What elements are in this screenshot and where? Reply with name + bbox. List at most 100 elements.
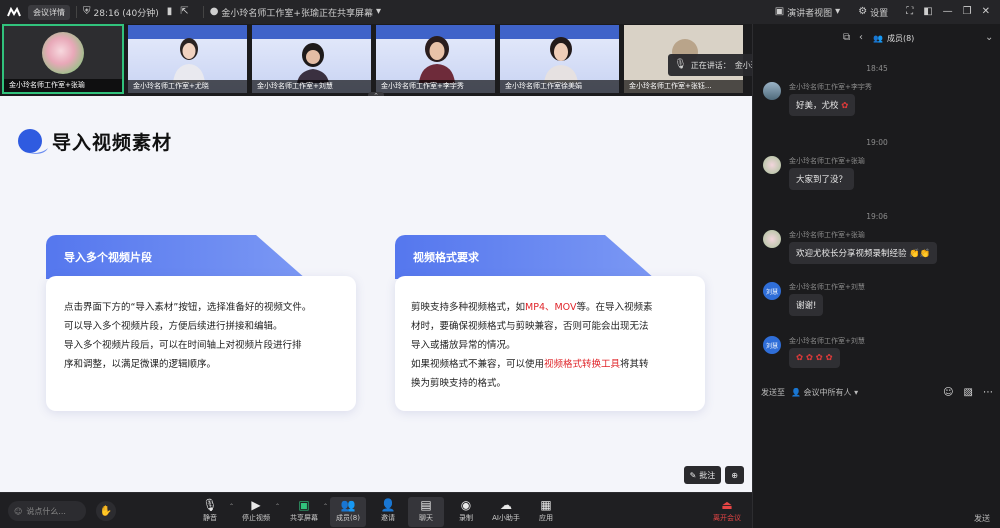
camera-icon: ▶ xyxy=(251,498,261,512)
share-screen-button[interactable]: ▣ 共享屏幕 ⌃ xyxy=(286,497,328,527)
button-label: 离开会议 xyxy=(713,514,741,522)
record-button[interactable]: ◉ 录制 xyxy=(448,497,484,527)
members-button[interactable]: 👥 成员(8) xyxy=(330,497,366,527)
exit-icon: ⏏ xyxy=(721,498,733,512)
raise-hand-button[interactable]: ✋ xyxy=(96,501,116,521)
layout-icon: ▣ xyxy=(774,6,785,17)
fullscreen-icon[interactable]: ⛶ xyxy=(906,7,913,17)
popout-icon[interactable]: ⧉ xyxy=(843,32,850,43)
panel-header: ⧉ ‹ 👥 成员(8) ⌄ xyxy=(753,24,1000,52)
signal-indicator[interactable]: ▮ xyxy=(167,7,173,17)
share-status[interactable]: ● 金小玲名师工作室+张瑜正在共享屏幕 ▾ xyxy=(210,6,381,19)
flower-icon: ✿ xyxy=(841,101,849,111)
message-bubble: 谢谢! xyxy=(789,294,824,316)
avatar xyxy=(763,156,781,174)
message-text: 谢谢! xyxy=(796,301,817,311)
tile-name: 金小玲名师工作室+张钰... xyxy=(624,80,743,93)
settings-button[interactable]: ⚙ 设置 xyxy=(858,6,888,19)
chat-button[interactable]: ▤ 聊天 xyxy=(408,497,444,527)
bottom-toolbar: ☺ 说点什么... ✋ 🎙 静音 ⌃ ▶ 停止视频 ⌃ ▣ 共享屏幕 ⌃ 👥 成员(8) 👤 邀… xyxy=(0,492,752,528)
mic-icon: 🎙 xyxy=(202,498,218,512)
text-line: 导入多个视频片段后，可以在时间轴上对视频片段进行排 xyxy=(64,340,302,351)
chat-tools: ☺ ▧ ⋯ xyxy=(943,387,993,398)
message-bubble: 欢迎尤校长分享视频录制经验 👏👏 xyxy=(789,242,938,264)
video-tile[interactable]: 金小玲名师工作室+李宇秀 xyxy=(375,24,496,94)
image-icon[interactable]: ▧ xyxy=(964,387,973,398)
meeting-timer: ⛨ 28:16 (40分钟) xyxy=(83,6,159,19)
meeting-details-button[interactable]: 会议详情 xyxy=(28,4,70,20)
apps-icon: ▦ xyxy=(540,498,552,512)
message-sender: 金小玲名师工作室+张瑜 xyxy=(789,231,865,239)
annotate-button[interactable]: ✎ 批注 xyxy=(683,466,722,484)
sidebar-toggle-icon[interactable]: ◧ xyxy=(923,7,932,17)
view-mode-label: 演讲者视图 xyxy=(787,8,833,19)
button-label: 邀请 xyxy=(381,514,395,522)
text-line: 剪映支持多种视频格式，如MP4、MOV等。在导入视频素 xyxy=(411,298,703,317)
popout-button[interactable]: ⇱ xyxy=(180,7,188,17)
leave-meeting-button[interactable]: ⏏ 离开会议 xyxy=(706,497,748,527)
zoom-button[interactable]: ⊕ xyxy=(725,466,744,484)
send-to-selector[interactable]: 👤 会议中所有人 ▾ xyxy=(791,387,858,398)
avatar: 刘慧 xyxy=(763,336,781,354)
button-label: 录制 xyxy=(459,514,473,522)
minimize-icon[interactable]: — xyxy=(943,7,953,17)
text-span: 等。在导入视频素 xyxy=(576,302,653,313)
members-icon: 👥 xyxy=(873,33,883,43)
chevron-down-icon[interactable]: ⌄ xyxy=(985,32,993,43)
mic-icon: 🎙 xyxy=(674,59,687,70)
user-icon: 👤 xyxy=(791,387,801,397)
slide-tools: ✎ 批注 ⊕ xyxy=(683,466,744,484)
divider xyxy=(202,6,204,18)
view-mode-button[interactable]: ▣ 演讲者视图 ▾ xyxy=(775,6,841,19)
button-label: 成员(8) xyxy=(336,514,360,522)
ai-icon: ☁ xyxy=(500,498,512,512)
card-text: 剪映支持多种视频格式，如MP4、MOV等。在导入视频素 材时，要确保视频格式与剪… xyxy=(411,298,703,393)
mute-button[interactable]: 🎙 静音 ⌃ xyxy=(192,497,234,527)
card-heading: 视频格式要求 xyxy=(413,251,479,264)
maximize-icon[interactable]: ❐ xyxy=(963,7,972,17)
message-text: 欢迎尤校长分享视频录制经验 xyxy=(796,249,907,259)
message-text: 大家到了没？ xyxy=(796,175,848,185)
text-line: 导入或播放异常的情况。 xyxy=(411,340,516,351)
chevron-down-icon: ▾ xyxy=(854,387,859,397)
tile-name: 金小玲名师工作室徐美娟 xyxy=(500,80,619,93)
message-sender: 金小玲名师工作室+刘慧 xyxy=(789,337,865,345)
video-tile[interactable]: 金小玲名师工作室+尤晓 xyxy=(127,24,248,94)
send-button[interactable]: 发送 xyxy=(974,513,990,524)
hand-icon: ✋ xyxy=(99,505,113,517)
members-tab[interactable]: 👥 成员(8) xyxy=(873,33,914,44)
zoom-icon: ⊕ xyxy=(731,470,738,480)
video-tile[interactable]: 金小玲名师工作室徐美娟 xyxy=(499,24,620,94)
invite-button[interactable]: 👤 邀请 xyxy=(370,497,406,527)
message-text: 好美，尤校 xyxy=(796,101,839,111)
video-tile[interactable]: 金小玲名师工作室+张瑜 xyxy=(2,24,124,94)
gear-icon: ⚙ xyxy=(858,6,868,17)
video-tile[interactable]: 金小玲名师工作室+刘慧 xyxy=(251,24,372,94)
members-tab-label: 成员(8) xyxy=(886,33,915,43)
chat-panel: ⧉ ‹ 👥 成员(8) ⌄ 18:45 金小玲名师工作室+李宇秀 好美，尤校 ✿… xyxy=(752,24,1000,528)
button-label: 静音 xyxy=(203,514,217,522)
card-header: 视频格式要求 xyxy=(395,235,655,279)
caret-icon[interactable]: ⌃ xyxy=(275,503,280,510)
button-label: 聊天 xyxy=(419,514,433,522)
button-label: 共享屏幕 xyxy=(290,514,318,522)
tile-name: 金小玲名师工作室+张瑜 xyxy=(4,79,122,92)
caret-icon[interactable]: ⌃ xyxy=(229,503,234,510)
external-link-icon: ⇱ xyxy=(180,6,189,17)
quick-chat-input[interactable]: ☺ 说点什么... xyxy=(8,501,86,521)
chat-placeholder: 说点什么... xyxy=(26,506,66,516)
close-icon[interactable]: ✕ xyxy=(982,7,990,17)
members-icon: 👥 xyxy=(340,498,356,512)
caret-icon[interactable]: ⌃ xyxy=(323,503,328,510)
chat-input[interactable] xyxy=(761,404,993,512)
text-line: 点击界面下方的“导入素材”按钮，选择准备好的视频文件。 xyxy=(64,302,312,313)
apps-button[interactable]: ▦ 应用 xyxy=(528,497,564,527)
ai-assistant-button[interactable]: ☁ AI小助手 xyxy=(488,497,524,527)
timer-text: 28:16 (40分钟) xyxy=(93,8,159,19)
stop-video-button[interactable]: ▶ 停止视频 ⌃ xyxy=(238,497,280,527)
emoji-icon[interactable]: ☺ xyxy=(943,387,953,398)
card-text: 点击界面下方的“导入素材”按钮，选择准备好的视频文件。 可以导入多个视频片段，方… xyxy=(64,298,354,374)
more-icon[interactable]: ⋯ xyxy=(983,387,993,398)
message-sender: 金小玲名师工作室+刘慧 xyxy=(789,283,865,291)
chevron-left-icon[interactable]: ‹ xyxy=(859,32,863,43)
